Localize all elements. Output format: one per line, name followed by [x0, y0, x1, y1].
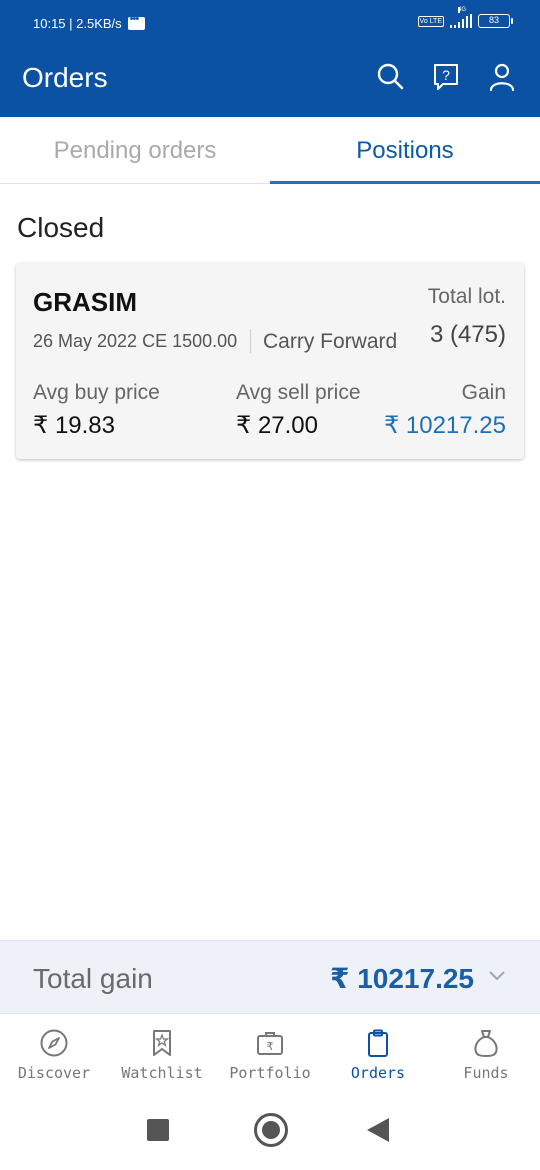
- volte-icon: Vo LTE: [417, 15, 444, 27]
- home-icon[interactable]: [254, 1113, 288, 1147]
- nav-funds-label: Funds: [463, 1064, 509, 1082]
- back-icon[interactable]: [367, 1118, 389, 1142]
- avg-sell-label: Avg sell price: [236, 381, 361, 404]
- profile-icon[interactable]: [488, 62, 516, 92]
- clipboard-icon: [368, 1029, 388, 1057]
- app-header: 10:15 | 2.5KB/s Vo LTE 4G 83 Orders ?: [0, 0, 540, 117]
- total-gain-value: ₹ 10217.25: [329, 963, 474, 994]
- gain-value: ₹ 10217.25: [383, 412, 506, 439]
- svg-text:₹: ₹: [267, 1040, 274, 1053]
- nav-orders[interactable]: Orders: [324, 1014, 432, 1091]
- money-bag-icon: [474, 1030, 498, 1057]
- nav-watchlist[interactable]: Watchlist: [108, 1014, 216, 1091]
- bottom-navigation: Discover Watchlist ₹ Portfolio Orders Fu…: [0, 1013, 540, 1091]
- tab-pending-orders[interactable]: Pending orders: [0, 117, 270, 183]
- chevron-down-icon[interactable]: [488, 970, 506, 982]
- gain-label: Gain: [461, 381, 506, 404]
- avg-buy-label: Avg buy price: [33, 381, 160, 404]
- total-gain-label: Total gain: [33, 963, 153, 994]
- contract-details: 26 May 2022 CE 1500.00: [33, 331, 238, 351]
- nav-discover[interactable]: Discover: [0, 1014, 108, 1091]
- status-time-speed: 10:15 | 2.5KB/s: [33, 16, 122, 31]
- section-title-closed: Closed: [17, 212, 105, 243]
- message-notification-icon: [127, 13, 145, 30]
- nav-watchlist-label: Watchlist: [121, 1064, 203, 1082]
- nav-portfolio[interactable]: ₹ Portfolio: [216, 1014, 324, 1091]
- avg-buy-value: ₹ 19.83: [33, 412, 115, 439]
- nav-discover-label: Discover: [17, 1064, 91, 1082]
- signal-icon: 4G: [450, 7, 472, 28]
- avg-sell-value: ₹ 27.00: [236, 412, 318, 439]
- status-bar-left: 10:15 | 2.5KB/s: [33, 13, 145, 31]
- search-icon[interactable]: [376, 62, 404, 92]
- system-navigation-bar: [0, 1091, 540, 1170]
- compass-icon: [40, 1029, 68, 1057]
- status-bar-right: Vo LTE 4G 83: [417, 7, 513, 28]
- help-icon[interactable]: ?: [432, 62, 460, 92]
- briefcase-icon: ₹: [257, 1032, 283, 1055]
- total-lot-label: Total lot.: [427, 285, 506, 308]
- app-bar-actions: ?: [376, 62, 516, 92]
- nav-orders-label: Orders: [350, 1064, 406, 1082]
- total-gain-bar[interactable]: Total gain ₹ 10217.25: [0, 940, 540, 1013]
- total-lot-value: 3 (475): [429, 321, 506, 348]
- svg-text:?: ?: [442, 67, 450, 83]
- battery-icon: 83: [478, 14, 513, 28]
- product-type: Carry Forward: [263, 330, 398, 353]
- position-card[interactable]: GRASIM Total lot. 26 May 2022 CE 1500.00…: [16, 263, 524, 459]
- network-label: 4G: [458, 7, 467, 13]
- nav-funds[interactable]: Funds: [432, 1014, 540, 1091]
- order-tabs: Pending orders Positions: [0, 117, 540, 184]
- nav-portfolio-label: Portfolio: [229, 1064, 311, 1082]
- bookmark-icon: [153, 1030, 171, 1056]
- recent-apps-icon[interactable]: [147, 1119, 169, 1141]
- divider: [250, 329, 251, 353]
- position-symbol: GRASIM: [33, 287, 137, 317]
- tab-positions[interactable]: Positions: [270, 117, 540, 184]
- page-title: Orders: [22, 62, 108, 93]
